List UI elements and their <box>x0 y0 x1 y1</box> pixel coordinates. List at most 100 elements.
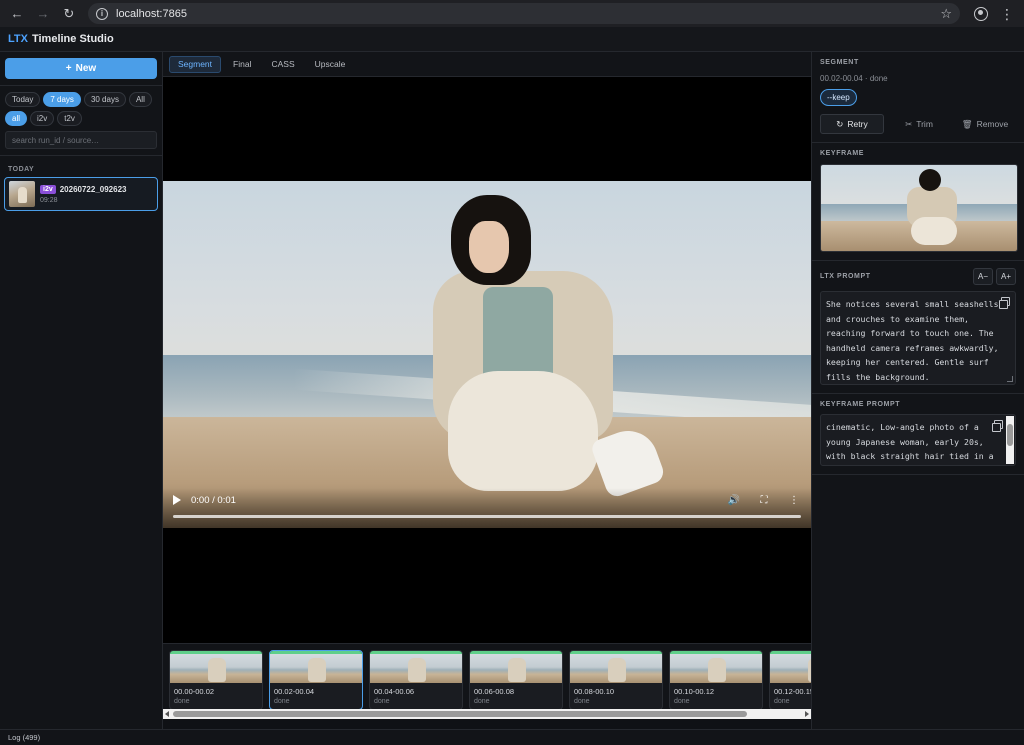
run-time: 09:28 <box>40 196 58 204</box>
trash-icon: 🗑 <box>961 118 973 129</box>
segment-status: done <box>574 698 590 705</box>
segment-section-title: SEGMENT <box>820 59 859 66</box>
filter-30-days[interactable]: 30 days <box>83 92 126 107</box>
divider <box>0 85 162 86</box>
profile-icon <box>974 6 988 21</box>
keyframe-prompt-title: KEYFRAME PROMPT <box>820 401 901 408</box>
tab-segment[interactable]: Segment <box>169 55 222 73</box>
segment-card[interactable]: 00.00-00.02 done <box>169 650 263 710</box>
app-body: + New Today 7 days 30 days All all i2v t… <box>0 52 1024 729</box>
retry-label: Retry <box>847 119 868 129</box>
site-info-icon[interactable]: i <box>96 7 108 20</box>
filter-all-time[interactable]: All <box>128 92 152 107</box>
filter-today[interactable]: Today <box>5 92 41 107</box>
log-bar[interactable]: Log (499) <box>0 729 1024 745</box>
filter-mode-all[interactable]: all <box>5 111 28 126</box>
segment-range: 00.04-00.06 <box>374 687 415 696</box>
profile-button[interactable] <box>970 3 992 25</box>
segment-section: SEGMENT 00.02-00.04 · done --keep ↻ Retr… <box>812 52 1024 143</box>
video-player[interactable]: 0:00 / 0:01 🔊 ⛶ ⋮ <box>163 77 811 643</box>
scrollbar-thumb[interactable] <box>1007 424 1013 446</box>
run-id: 20260722_092623 <box>59 184 127 194</box>
tab-cass[interactable]: CASS <box>263 56 302 73</box>
run-search-input[interactable] <box>5 131 157 149</box>
woman-figure <box>423 191 667 521</box>
volume-icon[interactable]: 🔊 <box>727 493 741 507</box>
browser-menu-button[interactable]: ⋮ <box>996 3 1018 25</box>
time-filter-group: Today 7 days 30 days All <box>0 92 162 107</box>
segment-card[interactable]: 00.08-00.10 done <box>569 650 663 710</box>
segment-status: done <box>774 698 790 705</box>
seek-bar[interactable] <box>173 515 801 518</box>
copy-icon[interactable] <box>999 297 1010 309</box>
trim-button[interactable]: ✂ Trim <box>888 114 950 134</box>
keyframe-prompt-textarea[interactable]: cinematic, Low-angle photo of a young Ja… <box>820 414 1016 466</box>
segment-range: 00.00-00.02 <box>174 687 215 696</box>
keyframe-section: KEYFRAME <box>812 143 1024 261</box>
fullscreen-icon[interactable]: ⛶ <box>757 493 771 507</box>
tab-final[interactable]: Final <box>225 56 259 73</box>
filter-mode-t2v[interactable]: t2v <box>57 111 82 126</box>
player-menu-icon[interactable]: ⋮ <box>787 493 801 507</box>
playback-time: 0:00 / 0:01 <box>191 494 236 506</box>
filmstrip-scrollbar[interactable] <box>163 709 811 719</box>
segment-thumbnail <box>270 651 362 683</box>
scroll-left-arrow-icon[interactable] <box>165 711 169 717</box>
segment-range: 00.02-00.04 <box>274 687 315 696</box>
ltx-prompt-textarea[interactable]: She notices several small seashells and … <box>820 291 1016 385</box>
segment-thumbnail <box>670 651 762 683</box>
ltx-prompt-section: LTX PROMPT A− A+ She notices several sma… <box>812 261 1024 394</box>
segment-range: 00.06-00.08 <box>474 687 515 696</box>
keyframe-prompt-text: cinematic, Low-angle photo of a young Ja… <box>826 422 994 461</box>
keyframe-image[interactable] <box>820 164 1018 252</box>
retry-button[interactable]: ↻ Retry <box>820 114 884 134</box>
scroll-right-arrow-icon[interactable] <box>805 711 809 717</box>
resize-grip-icon[interactable] <box>1007 376 1013 382</box>
ltx-prompt-title: LTX PROMPT <box>820 273 871 280</box>
forward-arrow-icon[interactable]: → <box>32 3 54 25</box>
prompt-scrollbar[interactable] <box>1006 416 1014 464</box>
run-thumbnail <box>9 181 35 207</box>
view-tabs: Segment Final CASS Upscale <box>163 52 811 77</box>
segment-range: 00.10-00.12 <box>674 687 715 696</box>
segment-card[interactable]: 00.04-00.06 done <box>369 650 463 710</box>
app-header: LTX Timeline Studio <box>0 27 1024 52</box>
keyframe-prompt-section: KEYFRAME PROMPT cinematic, Low-angle pho… <box>812 394 1024 475</box>
segment-range: 00.08-00.10 <box>574 687 615 696</box>
address-bar[interactable]: i localhost:7865 ☆ <box>88 3 960 24</box>
new-run-button[interactable]: + New <box>5 58 157 79</box>
back-arrow-icon[interactable]: ← <box>6 3 28 25</box>
tab-upscale[interactable]: Upscale <box>307 56 354 73</box>
run-list-item[interactable]: i2v 20260722_092623 09:28 <box>4 177 158 211</box>
reload-icon[interactable]: ↻ <box>58 3 80 25</box>
font-increase-button[interactable]: A+ <box>996 268 1016 285</box>
video-frame[interactable]: 0:00 / 0:01 🔊 ⛶ ⋮ <box>163 181 811 528</box>
segment-card[interactable]: 00.10-00.12 done <box>669 650 763 710</box>
remove-label: Remove <box>976 119 1009 129</box>
filter-mode-i2v[interactable]: i2v <box>30 111 55 126</box>
ltx-prompt-text: She notices several small seashells and … <box>826 299 999 382</box>
keep-flag-chip[interactable]: --keep <box>820 89 857 106</box>
play-icon[interactable] <box>173 495 181 505</box>
scrollbar-thumb[interactable] <box>173 711 747 717</box>
inspector-panel: SEGMENT 00.02-00.04 · done --keep ↻ Retr… <box>811 52 1024 729</box>
preview-area: Segment Final CASS Upscale 0:00 / 0:01 🔊… <box>163 52 811 729</box>
player-controls: 0:00 / 0:01 🔊 ⛶ ⋮ <box>163 488 811 528</box>
copy-icon[interactable] <box>992 420 1003 432</box>
remove-button[interactable]: 🗑 Remove <box>954 114 1016 134</box>
filter-7-days[interactable]: 7 days <box>43 92 81 107</box>
segment-thumbnail <box>170 651 262 683</box>
url-text[interactable]: localhost:7865 <box>116 8 932 20</box>
segment-thumbnail <box>370 651 462 683</box>
app-title: Timeline Studio <box>31 33 114 45</box>
brand-label: LTX <box>8 33 28 45</box>
log-label: Log (499) <box>8 733 41 742</box>
segment-card[interactable]: 00.12-00.15 done <box>769 650 811 710</box>
segment-status: done <box>174 698 190 705</box>
segment-card[interactable]: 00.06-00.08 done <box>469 650 563 710</box>
segment-card[interactable]: 00.02-00.04 done <box>269 650 363 710</box>
bookmark-star-icon[interactable]: ☆ <box>940 6 952 22</box>
font-decrease-button[interactable]: A− <box>973 268 993 285</box>
segment-status: done <box>274 698 290 705</box>
run-sidebar: + New Today 7 days 30 days All all i2v t… <box>0 52 163 729</box>
